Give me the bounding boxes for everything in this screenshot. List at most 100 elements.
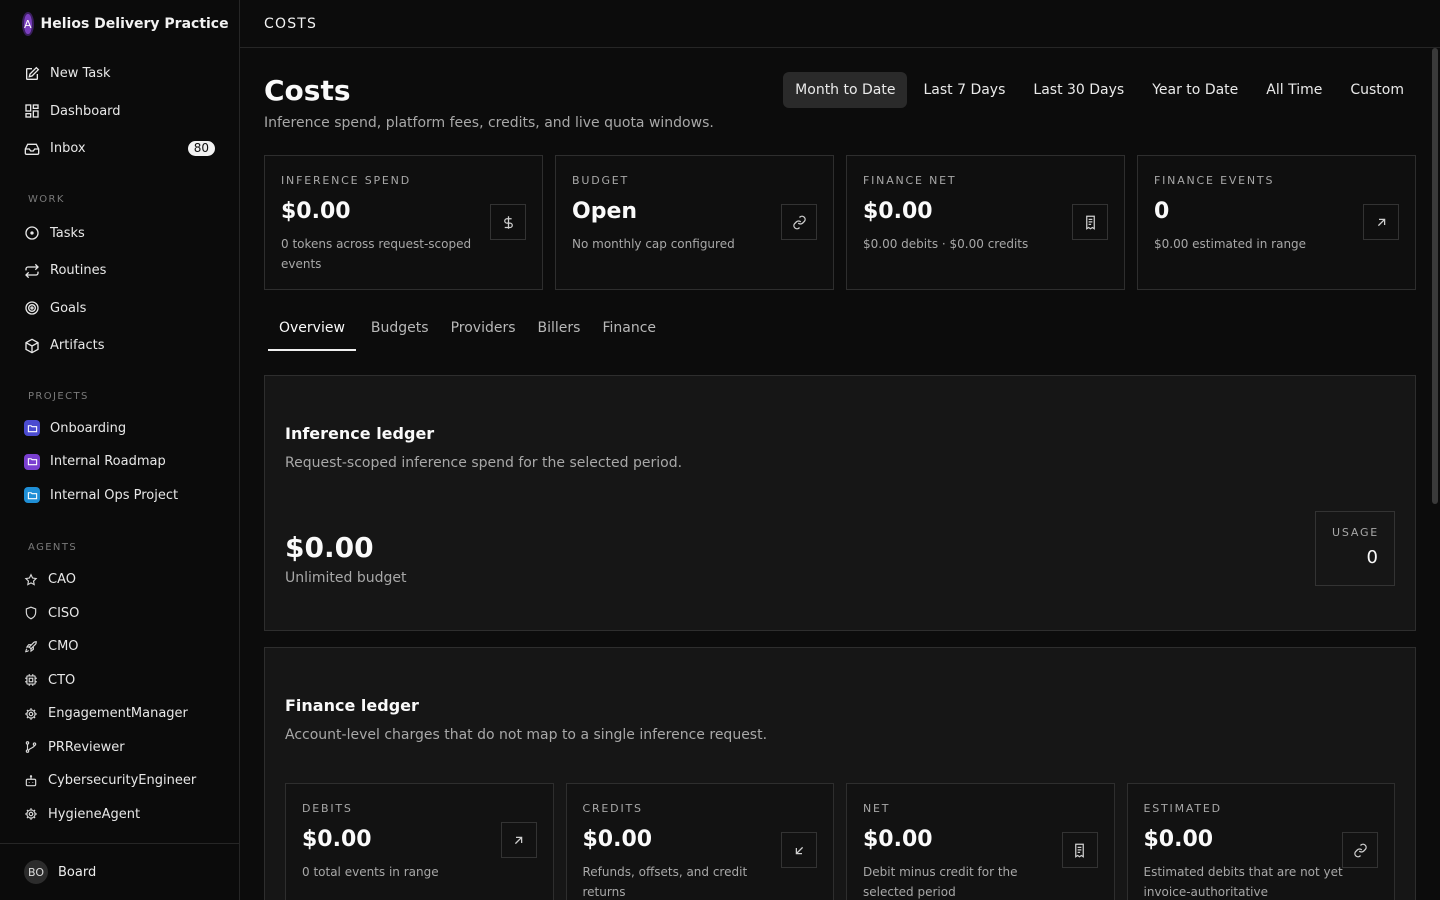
- range-custom[interactable]: Custom: [1338, 72, 1416, 108]
- inference-ledger-panel: Inference ledger Request-scoped inferenc…: [264, 375, 1416, 631]
- star-icon: [24, 573, 38, 586]
- tab-providers[interactable]: Providers: [440, 320, 527, 351]
- panel-title: Inference ledger: [285, 424, 435, 443]
- nav-label: Routines: [50, 263, 107, 279]
- nav-dashboard[interactable]: Dashboard: [0, 93, 239, 131]
- nav-label: Tasks: [50, 225, 85, 241]
- arrow-up-right-icon: [1363, 204, 1399, 240]
- fin-desc: Estimated debits that are not yet invoic…: [1143, 865, 1343, 899]
- usage-value: 0: [1366, 547, 1378, 568]
- project-label: Onboarding: [50, 420, 127, 436]
- range-all-time[interactable]: All Time: [1254, 72, 1334, 108]
- agent-label: CISO: [48, 605, 80, 621]
- usage-box: USAGE 0: [1315, 511, 1395, 586]
- project-internal-roadmap[interactable]: Internal Roadmap: [0, 445, 239, 479]
- nav-routines[interactable]: Routines: [0, 252, 239, 290]
- agent-cao[interactable]: CAO: [0, 563, 239, 597]
- agent-hygiene-agent[interactable]: HygieneAgent: [0, 798, 239, 832]
- range-last-7-days[interactable]: Last 7 Days: [911, 72, 1017, 108]
- stat-card-inference-spend: INFERENCE SPEND $0.00 0 tokens across re…: [264, 155, 543, 290]
- company-name: Helios Delivery Practice: [40, 16, 229, 32]
- finance-card-net: NET $0.00 Debit minus credit for the sel…: [846, 783, 1115, 900]
- fin-label: CREDITS: [582, 802, 643, 815]
- agent-engagement-manager[interactable]: EngagementManager: [0, 697, 239, 731]
- avatar: BO: [24, 860, 48, 884]
- shield-icon: [25, 606, 37, 620]
- nav-label: New Task: [50, 66, 111, 82]
- agent-label: PRReviewer: [48, 739, 125, 755]
- receipt-icon: [1061, 832, 1098, 868]
- agent-label: CybersecurityEngineer: [48, 773, 197, 789]
- stat-label: FINANCE NET: [863, 174, 957, 187]
- arrow-up-right-icon: [500, 822, 537, 858]
- range-last-30-days[interactable]: Last 30 Days: [1021, 72, 1136, 108]
- dollar-icon: [490, 204, 526, 240]
- stat-desc: 0 tokens across request-scoped events: [281, 237, 472, 271]
- panel-title: Finance ledger: [285, 696, 419, 715]
- receipt-icon: [1072, 204, 1108, 240]
- folder-icon: [24, 487, 40, 504]
- company-logo: A: [24, 14, 32, 34]
- stat-label: BUDGET: [572, 174, 630, 187]
- nav-inbox[interactable]: Inbox 80: [0, 130, 239, 168]
- tab-finance[interactable]: Finance: [591, 320, 667, 351]
- inbox-icon: [24, 143, 40, 155]
- arrow-down-left-icon: [781, 832, 817, 868]
- tab-budgets[interactable]: Budgets: [360, 320, 440, 351]
- nav-goals[interactable]: Goals: [0, 290, 239, 328]
- fin-label: DEBITS: [302, 802, 353, 815]
- cog-icon: [25, 707, 37, 720]
- finance-card-credits: CREDITS $0.00 Refunds, offsets, and cred…: [565, 783, 834, 900]
- agent-pr-reviewer[interactable]: PRReviewer: [0, 731, 239, 765]
- section-label-agents: AGENTS: [28, 542, 78, 553]
- nav-label: Goals: [50, 300, 87, 316]
- agent-ciso[interactable]: CISO: [0, 597, 239, 631]
- scrollbar[interactable]: [1432, 48, 1438, 504]
- nav-label: Artifacts: [50, 338, 105, 354]
- inference-total: $0.00: [285, 531, 374, 564]
- company-switcher[interactable]: A Helios Delivery Practice: [0, 0, 239, 48]
- tab-billers[interactable]: Billers: [527, 320, 592, 351]
- board-user[interactable]: BO Board: [0, 843, 239, 900]
- nav-tasks[interactable]: Tasks: [0, 215, 239, 253]
- cog-icon: [25, 808, 37, 821]
- finance-card-estimated: ESTIMATED $0.00 Estimated debits that ar…: [1126, 783, 1395, 900]
- range-month-to-date[interactable]: Month to Date: [783, 72, 908, 108]
- stat-card-finance-events: FINANCE EVENTS 0 $0.00 estimated in rang…: [1137, 155, 1416, 290]
- agent-label: CMO: [48, 639, 79, 655]
- agent-cto[interactable]: CTO: [0, 664, 239, 698]
- board-label: Board: [58, 864, 97, 880]
- fin-label: NET: [863, 802, 891, 815]
- sidebar: A Helios Delivery Practice New Task Dash…: [0, 0, 240, 900]
- stat-desc: $0.00 debits · $0.00 credits: [863, 237, 1029, 251]
- project-onboarding[interactable]: Onboarding: [0, 412, 239, 446]
- stat-label: INFERENCE SPEND: [281, 174, 411, 187]
- agent-cmo[interactable]: CMO: [0, 630, 239, 664]
- stat-label: FINANCE EVENTS: [1154, 174, 1275, 187]
- tab-overview[interactable]: Overview: [268, 320, 356, 351]
- page-subtitle: Inference spend, platform fees, credits,…: [264, 115, 714, 131]
- folder-icon: [24, 453, 40, 470]
- nav-artifacts[interactable]: Artifacts: [0, 327, 239, 365]
- panel-subtitle: Request-scoped inference spend for the s…: [285, 455, 683, 471]
- project-internal-ops[interactable]: Internal Ops Project: [0, 479, 239, 513]
- dashboard-icon: [25, 104, 39, 118]
- section-label-work: WORK: [28, 193, 65, 205]
- circle-dot-icon: [25, 226, 39, 240]
- usage-label: USAGE: [1332, 526, 1380, 539]
- box-icon: [25, 338, 39, 354]
- agent-label: CTO: [48, 672, 76, 688]
- link-icon: [1342, 832, 1378, 868]
- fin-desc: Refunds, offsets, and credit returns: [582, 865, 748, 899]
- fin-label: ESTIMATED: [1143, 802, 1222, 815]
- range-year-to-date[interactable]: Year to Date: [1140, 72, 1250, 108]
- inference-budget-desc: Unlimited budget: [285, 570, 407, 586]
- agent-cybersecurity-engineer[interactable]: CybersecurityEngineer: [0, 764, 239, 798]
- repeat-icon: [25, 263, 39, 278]
- agent-label: CAO: [48, 572, 76, 588]
- target-icon: [25, 301, 39, 315]
- finance-card-debits: DEBITS $0.00 0 total events in range: [285, 783, 554, 900]
- section-label-projects: PROJECTS: [28, 390, 89, 402]
- nav-new-task[interactable]: New Task: [0, 55, 239, 93]
- finance-ledger-panel: Finance ledger Account-level charges tha…: [264, 647, 1416, 900]
